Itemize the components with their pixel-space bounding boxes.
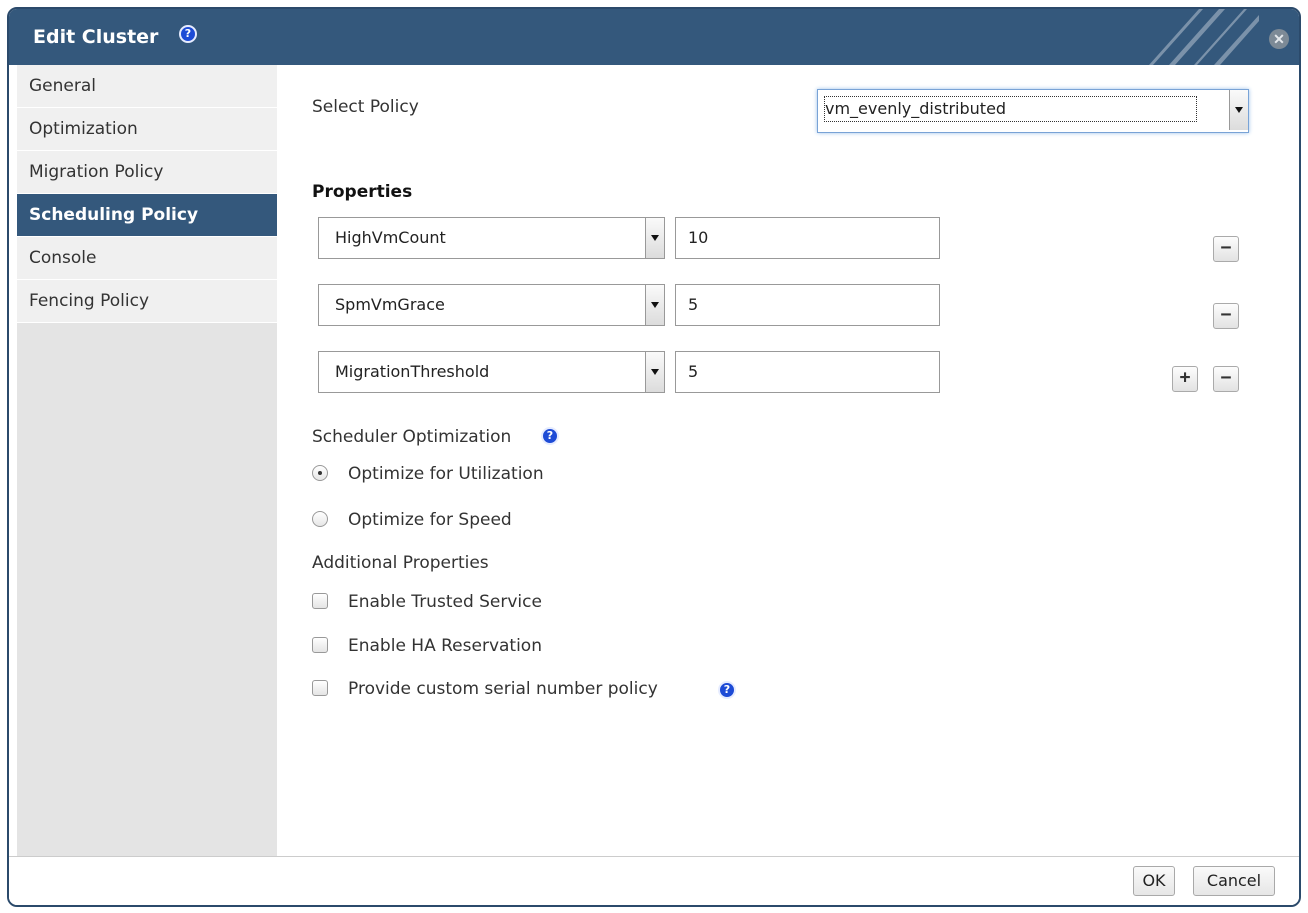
optimize-utilization-label[interactable]: Optimize for Utilization (348, 464, 544, 484)
dialog-title-text: Edit Cluster (33, 26, 159, 48)
remove-property-button[interactable]: − (1213, 366, 1239, 392)
chevron-down-icon[interactable] (645, 352, 664, 392)
help-icon[interactable]: ? (179, 25, 197, 43)
property-key-select-1[interactable]: HighVmCount (318, 217, 665, 259)
remove-property-button[interactable]: − (1213, 303, 1239, 329)
chevron-down-icon[interactable] (1229, 90, 1248, 130)
sidebar-item-fencing-policy[interactable]: Fencing Policy (17, 280, 277, 323)
select-policy-dropdown[interactable]: vm_evenly_distributed (817, 89, 1249, 133)
sidebar-item-general[interactable]: General (17, 65, 277, 108)
titlebar-decoration (1149, 9, 1259, 65)
additional-properties-label: Additional Properties (312, 553, 489, 573)
remove-property-button[interactable]: − (1213, 236, 1239, 262)
optimize-utilization-radio[interactable] (312, 465, 328, 481)
property-value-input-3[interactable]: 5 (675, 351, 940, 393)
property-key-value: HighVmCount (335, 228, 446, 247)
custom-serial-policy-checkbox[interactable] (312, 680, 328, 696)
close-icon[interactable]: ✕ (1269, 29, 1289, 49)
property-key-select-3[interactable]: MigrationThreshold (318, 351, 665, 393)
ok-button[interactable]: OK (1133, 866, 1175, 896)
scheduler-optimization-label: Scheduler Optimization (312, 427, 511, 447)
help-icon[interactable]: ? (718, 681, 736, 699)
add-property-button[interactable]: + (1172, 366, 1198, 392)
chevron-down-icon[interactable] (645, 218, 664, 258)
sidebar: General Optimization Migration Policy Sc… (17, 65, 277, 861)
dialog-footer: OK Cancel (9, 856, 1299, 905)
optimize-speed-label[interactable]: Optimize for Speed (348, 510, 512, 530)
sidebar-item-migration-policy[interactable]: Migration Policy (17, 151, 277, 194)
properties-heading: Properties (312, 182, 413, 202)
property-key-select-2[interactable]: SpmVmGrace (318, 284, 665, 326)
cancel-button[interactable]: Cancel (1193, 866, 1275, 896)
property-value-input-1[interactable]: 10 (675, 217, 940, 259)
edit-cluster-dialog: Edit Cluster ? ✕ General Optimization Mi… (7, 7, 1301, 907)
scheduling-policy-panel: Select Policy vm_evenly_distributed Prop… (277, 65, 1293, 861)
dialog-titlebar[interactable]: Edit Cluster ? ✕ (9, 9, 1299, 65)
sidebar-item-optimization[interactable]: Optimization (17, 108, 277, 151)
property-value-input-2[interactable]: 5 (675, 284, 940, 326)
help-icon[interactable]: ? (541, 427, 559, 445)
sidebar-item-console[interactable]: Console (17, 237, 277, 280)
enable-ha-reservation-checkbox[interactable] (312, 637, 328, 653)
enable-trusted-service-label[interactable]: Enable Trusted Service (348, 592, 542, 612)
sidebar-item-scheduling-policy[interactable]: Scheduling Policy (17, 194, 277, 237)
scheduler-optimization-text: Scheduler Optimization (312, 427, 512, 447)
property-key-value: MigrationThreshold (335, 362, 490, 381)
enable-trusted-service-checkbox[interactable] (312, 593, 328, 609)
select-policy-label: Select Policy (312, 97, 419, 117)
enable-ha-reservation-label[interactable]: Enable HA Reservation (348, 636, 542, 656)
select-policy-value: vm_evenly_distributed (824, 96, 1198, 122)
dialog-title: Edit Cluster ? (33, 25, 197, 48)
chevron-down-icon[interactable] (645, 285, 664, 325)
optimize-speed-radio[interactable] (312, 511, 328, 527)
property-key-value: SpmVmGrace (335, 295, 445, 314)
custom-serial-policy-label[interactable]: Provide custom serial number policy (348, 679, 658, 699)
